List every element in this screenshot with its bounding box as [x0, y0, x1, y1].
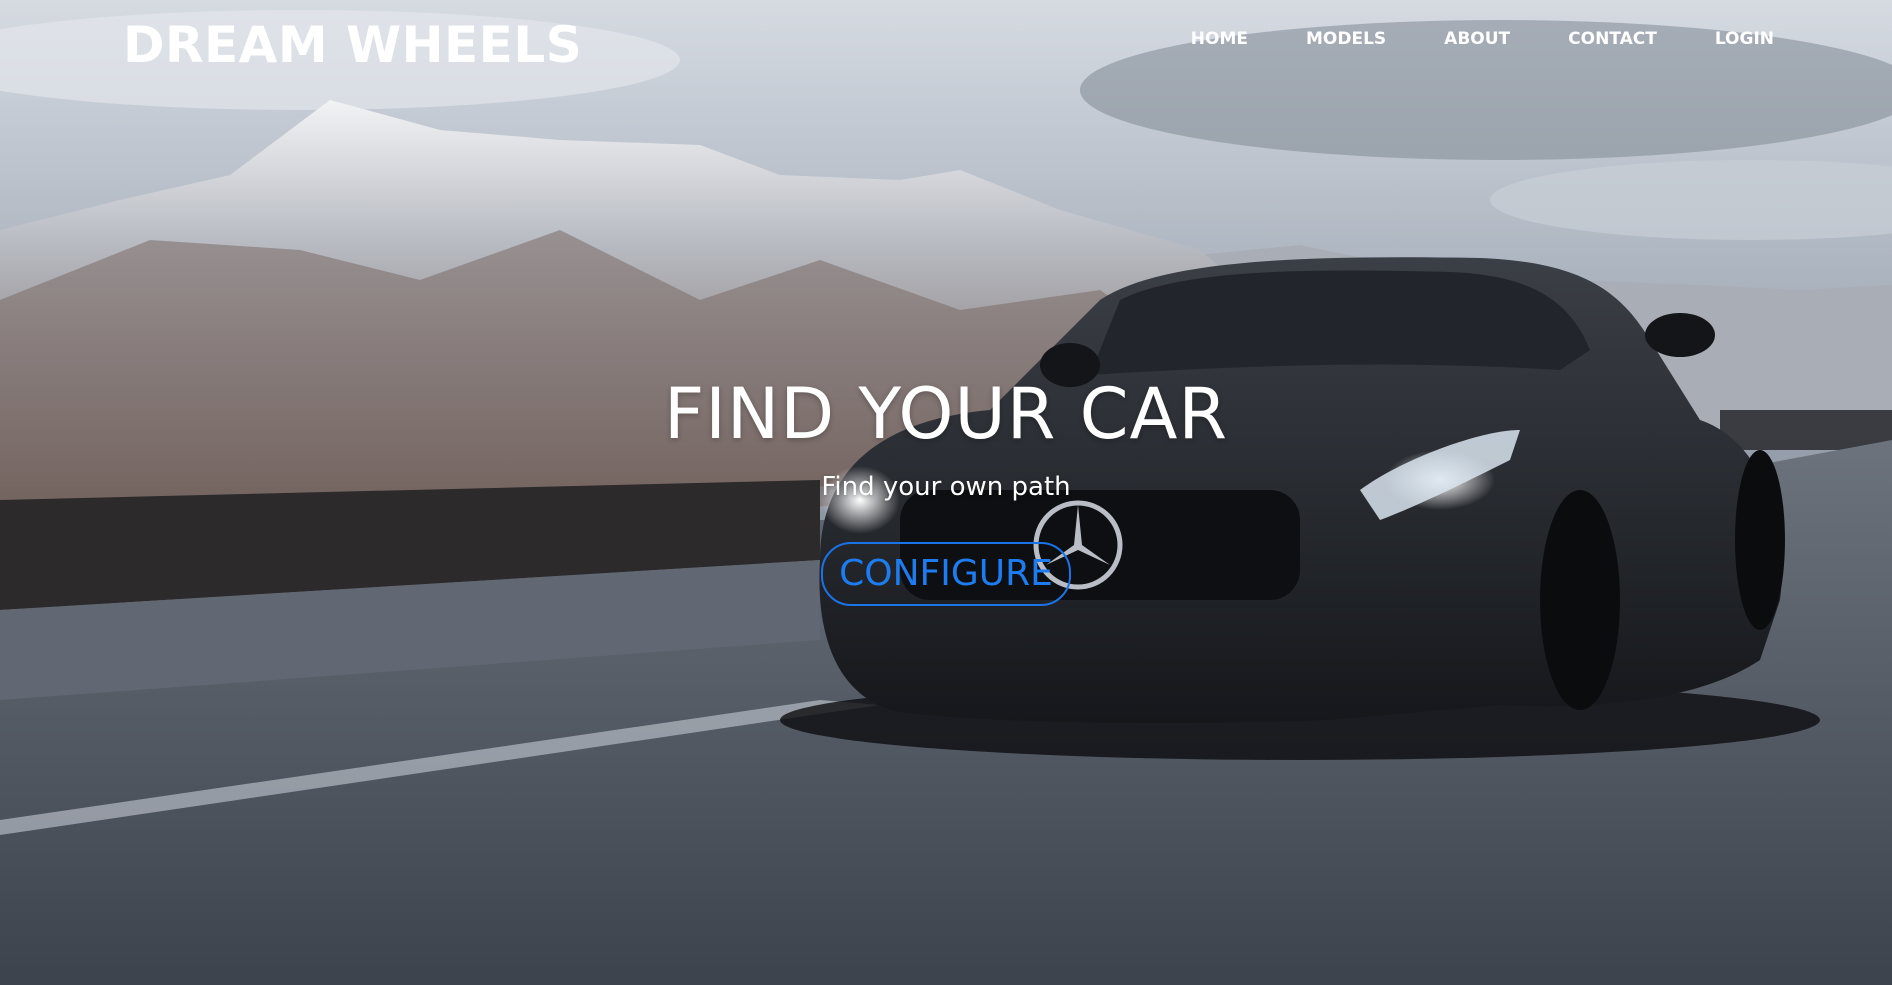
hero-section: DREAM WHEELS HOME MODELS ABOUT CONTACT L… — [0, 0, 1892, 985]
nav-item-about: ABOUT — [1444, 24, 1510, 54]
configure-button[interactable]: CONFIGURE — [821, 542, 1071, 606]
nav-item-contact: CONTACT — [1568, 24, 1657, 54]
hero-content: FIND YOUR CAR Find your own path CONFIGU… — [0, 370, 1892, 606]
hero-title: FIND YOUR CAR — [664, 373, 1228, 455]
nav-link-about[interactable]: ABOUT — [1444, 29, 1510, 49]
nav-link-models[interactable]: MODELS — [1306, 29, 1386, 49]
nav-item-login: LOGIN — [1715, 24, 1774, 54]
nav-item-models: MODELS — [1306, 24, 1386, 54]
main-nav: HOME MODELS ABOUT CONTACT LOGIN — [1191, 24, 1774, 54]
nav-item-home: HOME — [1191, 24, 1248, 54]
nav-link-home[interactable]: HOME — [1191, 29, 1248, 49]
hero-subtitle: Find your own path — [821, 472, 1071, 502]
site-header: DREAM WHEELS HOME MODELS ABOUT CONTACT L… — [0, 0, 1892, 90]
nav-link-login[interactable]: LOGIN — [1715, 29, 1774, 49]
site-logo[interactable]: DREAM WHEELS — [123, 12, 582, 78]
nav-link-contact[interactable]: CONTACT — [1568, 29, 1657, 49]
